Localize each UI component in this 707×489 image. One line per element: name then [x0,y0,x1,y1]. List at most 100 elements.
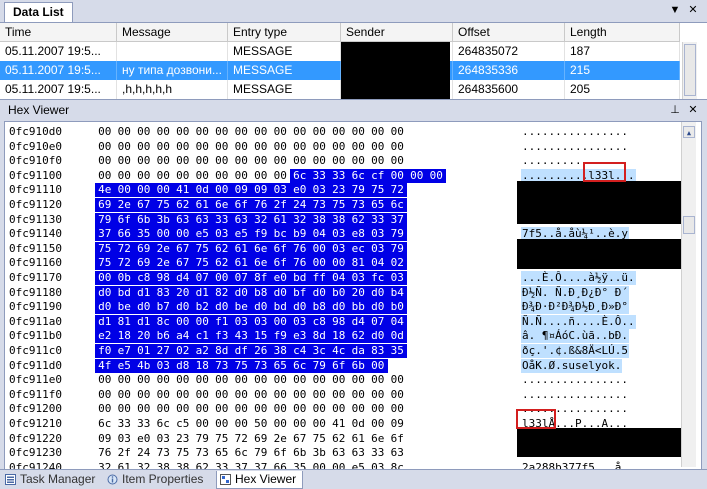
hex-byte[interactable]: 75 [329,198,349,212]
hex-byte[interactable]: e2 [95,329,115,344]
hex-byte[interactable]: 00 [114,183,134,198]
hex-byte[interactable]: 00 [368,125,388,139]
hex-byte[interactable]: e5 [192,227,212,242]
hex-byte[interactable]: 6f [271,446,291,460]
hex-byte[interactable]: 00 [115,140,135,154]
hex-byte[interactable]: 69 [134,256,154,271]
hex-byte[interactable]: d1 [192,285,212,300]
hex-byte[interactable]: e0 [134,432,154,446]
hex-byte[interactable]: d0 [368,300,388,315]
hex-byte[interactable]: d0 [309,285,329,300]
hex-byte[interactable]: 00 [115,154,135,168]
hex-byte[interactable]: 65 [270,358,290,373]
hex-byte[interactable]: 75 [153,198,173,212]
hex-byte[interactable]: 03 [251,314,271,329]
hex-byte[interactable]: 8c [153,314,173,329]
hex-byte[interactable]: 00 [212,125,232,139]
hex-byte[interactable]: 6e [251,256,271,271]
hex-byte[interactable]: 35 [387,344,407,358]
hex-byte[interactable]: 61 [231,256,251,271]
hex-byte[interactable]: 00 [193,154,213,168]
hex-byte[interactable]: 00 [134,154,154,168]
hex-byte[interactable]: 07 [231,271,251,285]
hex-byte[interactable]: 00 [193,417,213,431]
hex-byte[interactable]: c4 [290,344,310,358]
hex-byte[interactable]: 0d [192,183,212,198]
hex-byte[interactable]: 00 [212,373,232,387]
hex-byte[interactable]: 00 [251,373,271,387]
hex-byte[interactable]: 03 [231,314,251,329]
hex-byte[interactable]: 00 [368,402,388,416]
hex-byte[interactable]: 00 [115,125,135,139]
hex-byte[interactable]: 00 [232,373,252,387]
hex-byte[interactable]: 27 [153,344,173,358]
column-header-length[interactable]: Length [565,23,680,42]
hex-byte[interactable]: 98 [329,314,349,329]
hex-byte[interactable]: 00 [310,388,330,402]
hex-byte[interactable]: 8d [309,329,329,344]
hex-byte[interactable]: 73 [309,198,329,212]
hex-byte[interactable]: 00 [368,154,388,168]
hex-byte[interactable]: 00 [368,417,388,431]
hex-byte[interactable]: 76 [251,198,271,212]
hex-byte[interactable]: 00 [173,125,193,139]
hex-byte[interactable]: 82 [212,285,232,300]
hex-byte[interactable]: 00 [329,256,349,271]
hex-byte[interactable]: 24 [290,198,310,212]
hex-byte[interactable]: 69 [95,198,115,212]
hex-byte[interactable]: 43 [231,329,251,344]
hex-byte[interactable]: 65 [212,446,232,460]
hex-byte[interactable]: 38 [329,212,349,227]
hex-byte[interactable]: ff [309,271,329,285]
hex-byte[interactable]: 00 [310,373,330,387]
hex-byte[interactable]: 00 [309,241,329,256]
hex-byte[interactable]: 6c [95,417,115,431]
hex-byte[interactable]: bc [270,227,290,242]
hex-byte[interactable]: 00 [134,388,154,402]
hex-byte[interactable]: 00 [368,358,388,373]
hex-byte[interactable]: 00 [251,154,271,168]
hex-byte[interactable]: 03 [290,314,310,329]
hex-byte[interactable]: 00 [349,140,369,154]
hex-byte[interactable]: bd [270,300,290,315]
hex-byte[interactable]: 00 [329,125,349,139]
hex-byte[interactable]: 03 [153,358,173,373]
tab-hex-viewer[interactable]: Hex Viewer [216,471,304,489]
hex-byte[interactable]: e0 [290,183,310,198]
hex-byte[interactable]: 0d [387,329,407,344]
hex-byte[interactable]: 2f [270,198,290,212]
hex-byte[interactable]: 00 [232,154,252,168]
hex-byte[interactable]: 75 [95,241,115,256]
hex-byte[interactable]: 00 [290,388,310,402]
hex-byte[interactable]: 00 [193,402,213,416]
hex-byte[interactable]: 00 [212,154,232,168]
hex-byte[interactable]: da [348,344,368,358]
hex-byte[interactable]: bd [290,271,310,285]
hex-byte[interactable]: 00 [387,168,407,183]
hex-byte[interactable]: b0 [329,285,349,300]
hex-byte[interactable]: 79 [387,241,407,256]
hex-byte[interactable]: 6c [154,417,174,431]
hex-byte[interactable]: 00 [154,169,174,183]
hex-byte[interactable]: d8 [173,358,193,373]
hex-byte[interactable]: 32 [251,212,271,227]
hex-byte[interactable]: 61 [270,212,290,227]
hex-byte[interactable]: 00 [271,417,291,431]
hex-byte[interactable]: 00 [407,168,427,183]
hex-byte[interactable]: 72 [387,183,407,198]
hex-byte[interactable]: 00 [232,388,252,402]
hex-byte[interactable]: 23 [329,183,349,198]
hex-byte[interactable]: 63 [231,212,251,227]
hex-byte[interactable]: 00 [271,125,291,139]
hex-byte[interactable]: 00 [388,125,408,139]
hex-byte[interactable]: 03 [115,432,135,446]
hex-byte[interactable]: 00 [388,388,408,402]
hex-byte[interactable]: 63 [192,212,212,227]
hex-byte[interactable]: 00 [192,314,212,329]
hex-byte[interactable]: d0 [368,285,388,300]
hex-byte[interactable]: 00 [193,125,213,139]
hex-byte[interactable]: 75 [95,256,115,271]
hex-byte[interactable]: 00 [329,373,349,387]
hex-byte[interactable]: 01 [134,344,154,358]
hex-byte[interactable]: 00 [271,154,291,168]
